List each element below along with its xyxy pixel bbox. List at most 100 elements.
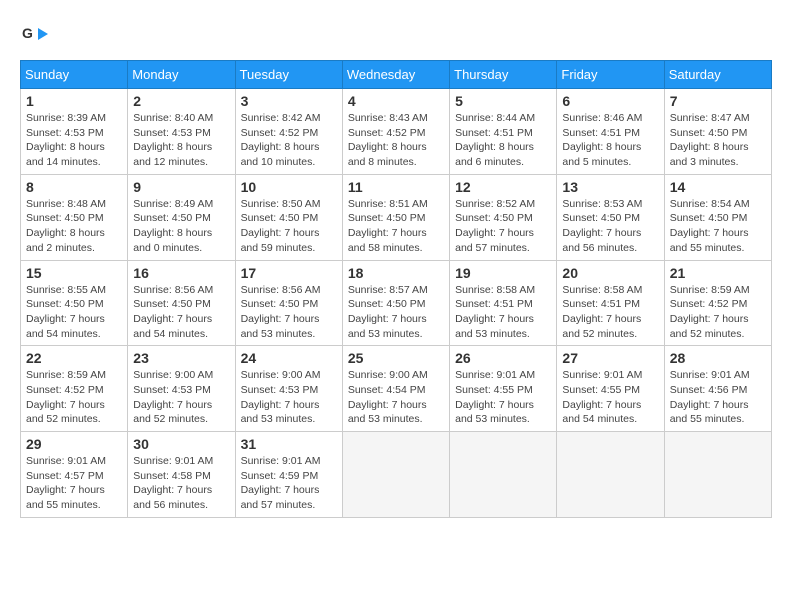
calendar-cell: 11 Sunrise: 8:51 AM Sunset: 4:50 PM Dayli… — [342, 174, 449, 260]
day-info: Sunrise: 8:40 AM Sunset: 4:53 PM Dayligh… — [133, 111, 229, 170]
calendar-cell: 2 Sunrise: 8:40 AM Sunset: 4:53 PM Daylig… — [128, 89, 235, 175]
day-number: 28 — [670, 350, 766, 366]
day-number: 20 — [562, 265, 658, 281]
day-info: Sunrise: 9:01 AM Sunset: 4:55 PM Dayligh… — [455, 368, 551, 427]
day-number: 4 — [348, 93, 444, 109]
week-row-2: 8 Sunrise: 8:48 AM Sunset: 4:50 PM Daylig… — [21, 174, 772, 260]
calendar-cell: 4 Sunrise: 8:43 AM Sunset: 4:52 PM Daylig… — [342, 89, 449, 175]
day-number: 8 — [26, 179, 122, 195]
day-info: Sunrise: 8:52 AM Sunset: 4:50 PM Dayligh… — [455, 197, 551, 256]
calendar-table: SundayMondayTuesdayWednesdayThursdayFrid… — [20, 60, 772, 518]
calendar-cell: 21Sunrise: 8:59 AM Sunset: 4:52 PM Dayli… — [664, 260, 771, 346]
calendar-cell: 1Sunrise: 8:39 AM Sunset: 4:53 PM Daylig… — [21, 89, 128, 175]
day-number: 21 — [670, 265, 766, 281]
calendar-cell: 14 Sunrise: 8:54 AM Sunset: 4:50 PM Dayli… — [664, 174, 771, 260]
day-number: 23 — [133, 350, 229, 366]
day-info: Sunrise: 8:51 AM Sunset: 4:50 PM Dayligh… — [348, 197, 444, 256]
day-number: 2 — [133, 93, 229, 109]
day-info: Sunrise: 8:43 AM Sunset: 4:52 PM Dayligh… — [348, 111, 444, 170]
weekday-header-thursday: Thursday — [450, 61, 557, 89]
calendar-cell: 3 Sunrise: 8:42 AM Sunset: 4:52 PM Daylig… — [235, 89, 342, 175]
day-number: 24 — [241, 350, 337, 366]
day-info: Sunrise: 8:57 AM Sunset: 4:50 PM Dayligh… — [348, 283, 444, 342]
day-info: Sunrise: 8:49 AM Sunset: 4:50 PM Dayligh… — [133, 197, 229, 256]
day-number: 19 — [455, 265, 551, 281]
day-info: Sunrise: 8:58 AM Sunset: 4:51 PM Dayligh… — [562, 283, 658, 342]
day-info: Sunrise: 9:00 AM Sunset: 4:53 PM Dayligh… — [133, 368, 229, 427]
day-info: Sunrise: 9:00 AM Sunset: 4:54 PM Dayligh… — [348, 368, 444, 427]
calendar-cell: 30 Sunrise: 9:01 AM Sunset: 4:58 PM Dayli… — [128, 432, 235, 518]
day-number: 12 — [455, 179, 551, 195]
day-info: Sunrise: 8:56 AM Sunset: 4:50 PM Dayligh… — [133, 283, 229, 342]
calendar-cell: 22 Sunrise: 8:59 AM Sunset: 4:52 PM Dayli… — [21, 346, 128, 432]
day-number: 1 — [26, 93, 122, 109]
calendar-cell: 15 Sunrise: 8:55 AM Sunset: 4:50 PM Dayli… — [21, 260, 128, 346]
day-info: Sunrise: 8:58 AM Sunset: 4:51 PM Dayligh… — [455, 283, 551, 342]
day-info: Sunrise: 8:50 AM Sunset: 4:50 PM Dayligh… — [241, 197, 337, 256]
day-number: 3 — [241, 93, 337, 109]
calendar-cell — [450, 432, 557, 518]
day-number: 27 — [562, 350, 658, 366]
day-info: Sunrise: 9:01 AM Sunset: 4:56 PM Dayligh… — [670, 368, 766, 427]
day-number: 9 — [133, 179, 229, 195]
day-number: 26 — [455, 350, 551, 366]
day-info: Sunrise: 8:54 AM Sunset: 4:50 PM Dayligh… — [670, 197, 766, 256]
day-number: 30 — [133, 436, 229, 452]
day-number: 31 — [241, 436, 337, 452]
day-number: 18 — [348, 265, 444, 281]
calendar-cell: 5 Sunrise: 8:44 AM Sunset: 4:51 PM Daylig… — [450, 89, 557, 175]
weekday-header-sunday: Sunday — [21, 61, 128, 89]
calendar-cell: 10Sunrise: 8:50 AM Sunset: 4:50 PM Dayli… — [235, 174, 342, 260]
week-row-4: 22 Sunrise: 8:59 AM Sunset: 4:52 PM Dayli… — [21, 346, 772, 432]
day-number: 15 — [26, 265, 122, 281]
day-number: 25 — [348, 350, 444, 366]
day-info: Sunrise: 9:01 AM Sunset: 4:57 PM Dayligh… — [26, 454, 122, 513]
calendar-cell — [664, 432, 771, 518]
calendar-cell: 27 Sunrise: 9:01 AM Sunset: 4:55 PM Dayli… — [557, 346, 664, 432]
day-info: Sunrise: 8:48 AM Sunset: 4:50 PM Dayligh… — [26, 197, 122, 256]
logo: G — [20, 20, 56, 50]
day-number: 22 — [26, 350, 122, 366]
calendar-cell — [557, 432, 664, 518]
calendar-cell: 26 Sunrise: 9:01 AM Sunset: 4:55 PM Dayli… — [450, 346, 557, 432]
week-row-1: 1Sunrise: 8:39 AM Sunset: 4:53 PM Daylig… — [21, 89, 772, 175]
day-number: 14 — [670, 179, 766, 195]
day-info: Sunrise: 8:44 AM Sunset: 4:51 PM Dayligh… — [455, 111, 551, 170]
day-info: Sunrise: 9:01 AM Sunset: 4:58 PM Dayligh… — [133, 454, 229, 513]
day-number: 5 — [455, 93, 551, 109]
calendar-cell: 8 Sunrise: 8:48 AM Sunset: 4:50 PM Daylig… — [21, 174, 128, 260]
calendar-cell: 20 Sunrise: 8:58 AM Sunset: 4:51 PM Dayli… — [557, 260, 664, 346]
week-row-5: 29 Sunrise: 9:01 AM Sunset: 4:57 PM Dayli… — [21, 432, 772, 518]
day-info: Sunrise: 8:53 AM Sunset: 4:50 PM Dayligh… — [562, 197, 658, 256]
page-header: G — [20, 20, 772, 50]
day-info: Sunrise: 8:42 AM Sunset: 4:52 PM Dayligh… — [241, 111, 337, 170]
weekday-header-friday: Friday — [557, 61, 664, 89]
weekday-header-monday: Monday — [128, 61, 235, 89]
calendar-cell: 23 Sunrise: 9:00 AM Sunset: 4:53 PM Dayli… — [128, 346, 235, 432]
calendar-cell: 25 Sunrise: 9:00 AM Sunset: 4:54 PM Dayli… — [342, 346, 449, 432]
calendar-cell: 28 Sunrise: 9:01 AM Sunset: 4:56 PM Dayli… — [664, 346, 771, 432]
day-number: 16 — [133, 265, 229, 281]
weekday-header-wednesday: Wednesday — [342, 61, 449, 89]
calendar-cell: 7 Sunrise: 8:47 AM Sunset: 4:50 PM Daylig… — [664, 89, 771, 175]
calendar-cell: 29 Sunrise: 9:01 AM Sunset: 4:57 PM Dayli… — [21, 432, 128, 518]
day-number: 7 — [670, 93, 766, 109]
calendar-cell: 9 Sunrise: 8:49 AM Sunset: 4:50 PM Daylig… — [128, 174, 235, 260]
day-info: Sunrise: 8:47 AM Sunset: 4:50 PM Dayligh… — [670, 111, 766, 170]
calendar-cell: 16 Sunrise: 8:56 AM Sunset: 4:50 PM Dayli… — [128, 260, 235, 346]
day-number: 13 — [562, 179, 658, 195]
calendar-cell: 19 Sunrise: 8:58 AM Sunset: 4:51 PM Dayli… — [450, 260, 557, 346]
day-info: Sunrise: 9:00 AM Sunset: 4:53 PM Dayligh… — [241, 368, 337, 427]
day-number: 29 — [26, 436, 122, 452]
calendar-cell — [342, 432, 449, 518]
day-number: 11 — [348, 179, 444, 195]
week-row-3: 15 Sunrise: 8:55 AM Sunset: 4:50 PM Dayli… — [21, 260, 772, 346]
day-info: Sunrise: 8:46 AM Sunset: 4:51 PM Dayligh… — [562, 111, 658, 170]
calendar-cell: 17Sunrise: 8:56 AM Sunset: 4:50 PM Dayli… — [235, 260, 342, 346]
svg-text:G: G — [22, 25, 33, 41]
day-info: Sunrise: 8:56 AM Sunset: 4:50 PM Dayligh… — [241, 283, 337, 342]
day-info: Sunrise: 9:01 AM Sunset: 4:55 PM Dayligh… — [562, 368, 658, 427]
day-info: Sunrise: 9:01 AM Sunset: 4:59 PM Dayligh… — [241, 454, 337, 513]
day-info: Sunrise: 8:55 AM Sunset: 4:50 PM Dayligh… — [26, 283, 122, 342]
day-info: Sunrise: 8:59 AM Sunset: 4:52 PM Dayligh… — [26, 368, 122, 427]
